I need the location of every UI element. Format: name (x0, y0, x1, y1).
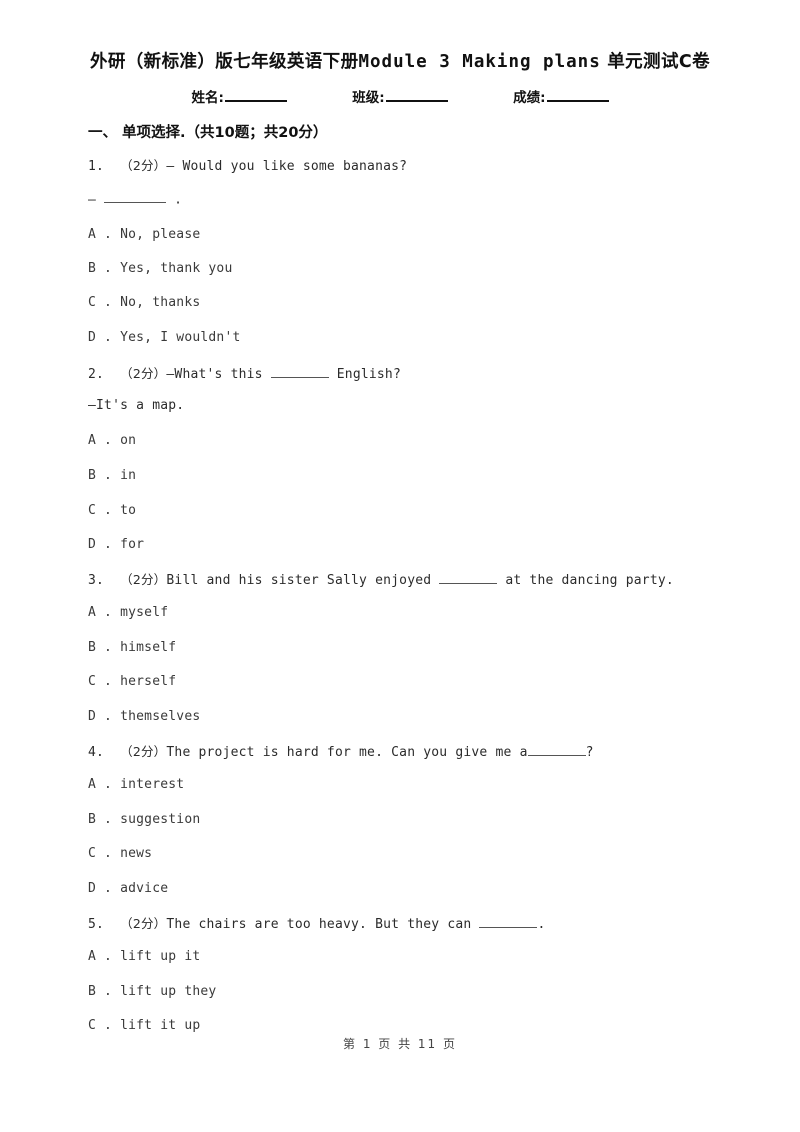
question-4-option-a[interactable]: A . interest (88, 777, 184, 792)
question-2-text-prefix: —What's this (166, 367, 271, 382)
question-2-option-d[interactable]: D . for (88, 537, 144, 552)
name-field: 姓名: (191, 86, 287, 106)
question-4-text-suffix: ? (585, 745, 594, 760)
question-5-marks: （2分） (120, 916, 167, 931)
answer-blank[interactable] (270, 367, 329, 378)
title-prefix-zh: 外研（新标准）版七年级英语下册 (89, 52, 359, 72)
question-3-option-b[interactable]: B . himself (88, 640, 176, 655)
question-5-stem: 5. （2分）The chairs are too heavy. But the… (88, 913, 545, 932)
question-3-text-suffix: at the dancing party. (497, 573, 674, 588)
question-2-stem-line2: —It's a map. (88, 398, 185, 413)
student-info-row: 姓名: 班级: 成绩: (0, 86, 800, 106)
question-3-option-d[interactable]: D . themselves (88, 709, 200, 724)
score-blank[interactable] (546, 89, 609, 102)
score-label: 成绩: (513, 90, 546, 106)
question-4-option-c[interactable]: C . news (88, 846, 152, 861)
question-4-stem: 4. （2分）The project is hard for me. Can y… (88, 741, 594, 760)
question-1-number: 1. (88, 159, 105, 174)
question-1-marks: （2分） (120, 158, 167, 173)
question-2-option-a[interactable]: A . on (88, 433, 136, 448)
question-1-dash: — (88, 192, 105, 208)
question-5-text-prefix: The chairs are too heavy. But they can (166, 917, 480, 932)
class-blank[interactable] (385, 89, 448, 102)
question-2-text-suffix: English? (328, 367, 401, 382)
question-3-stem: 3. （2分）Bill and his sister Sally enjoyed… (88, 569, 674, 588)
question-4-text-prefix: The project is hard for me. Can you give… (166, 745, 528, 760)
answer-blank[interactable] (527, 745, 586, 756)
question-3-text-prefix: Bill and his sister Sally enjoyed (166, 573, 440, 588)
question-2-option-b[interactable]: B . in (88, 468, 136, 483)
question-3-option-a[interactable]: A . myself (88, 605, 168, 620)
question-1-option-d[interactable]: D . Yes, I wouldn't (88, 330, 241, 345)
question-4-marks: （2分） (120, 744, 167, 759)
question-4-number: 4. (88, 745, 105, 760)
question-5-option-a[interactable]: A . lift up it (88, 949, 200, 964)
question-1-text: — Would you like some bananas? (166, 159, 408, 174)
question-1-option-a[interactable]: A . No, please (88, 227, 200, 242)
document-page: 外研（新标准）版七年级英语下册Module 3 Making plans 单元测… (0, 0, 800, 1132)
answer-blank[interactable] (479, 917, 538, 928)
question-4-option-b[interactable]: B . suggestion (88, 812, 200, 827)
question-1-stem-line2: — . (88, 192, 182, 207)
page-title: 外研（新标准）版七年级英语下册Module 3 Making plans 单元测… (0, 48, 800, 73)
question-5-number: 5. (88, 917, 105, 932)
question-3-marks: （2分） (120, 572, 167, 587)
question-2-marks: （2分） (120, 366, 167, 381)
question-4-option-d[interactable]: D . advice (88, 881, 168, 896)
question-5-option-b[interactable]: B . lift up they (88, 984, 216, 999)
name-label: 姓名: (191, 90, 224, 106)
question-1-stem: 1. （2分）— Would you like some bananas? (88, 155, 407, 174)
question-3-number: 3. (88, 573, 105, 588)
title-suffix-zh: 单元测试C卷 (607, 52, 710, 72)
score-field: 成绩: (513, 86, 609, 106)
question-1-option-b[interactable]: B . Yes, thank you (88, 261, 232, 276)
class-field: 班级: (352, 86, 448, 106)
answer-blank[interactable] (104, 192, 167, 204)
question-3-option-c[interactable]: C . herself (88, 674, 176, 689)
question-2-option-c[interactable]: C . to (88, 503, 136, 518)
class-label: 班级: (352, 90, 385, 106)
question-1-period: . (166, 192, 183, 208)
question-1-option-c[interactable]: C . No, thanks (88, 295, 200, 310)
question-5-text-suffix: . (537, 917, 546, 932)
answer-blank[interactable] (439, 573, 498, 584)
question-2-stem: 2. （2分）—What's this English? (88, 363, 401, 382)
page-footer: 第 1 页 共 11 页 (343, 1037, 457, 1051)
question-2-number: 2. (88, 367, 105, 382)
name-blank[interactable] (224, 89, 287, 102)
title-latin: Module 3 Making plans (358, 52, 601, 72)
question-5-option-c[interactable]: C . lift it up (88, 1018, 200, 1033)
section-heading: 一、 单项选择.（共10题；共20分） (88, 125, 328, 141)
